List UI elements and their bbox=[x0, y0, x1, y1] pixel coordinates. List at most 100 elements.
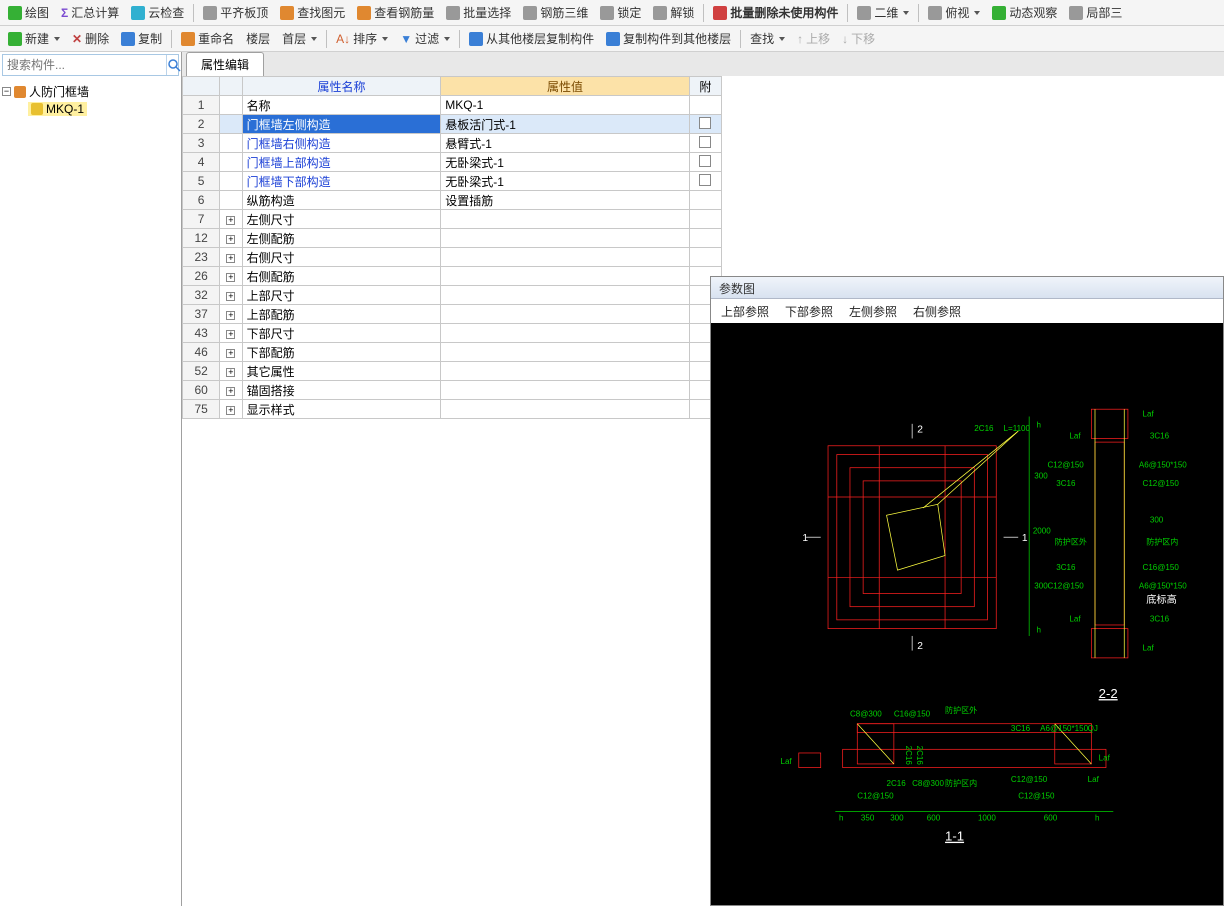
expand-cell[interactable]: + bbox=[220, 210, 242, 229]
find-elem-button[interactable]: 查找图元 bbox=[274, 2, 351, 23]
expand-cell bbox=[220, 191, 242, 210]
property-row[interactable]: 60+锚固搭接 bbox=[183, 381, 722, 400]
property-row[interactable]: 46+下部配筋 bbox=[183, 343, 722, 362]
property-name: 门框墙上部构造 bbox=[242, 153, 441, 172]
property-row[interactable]: 26+右侧配筋 bbox=[183, 267, 722, 286]
property-row[interactable]: 7+左侧尺寸 bbox=[183, 210, 722, 229]
expand-cell[interactable]: + bbox=[220, 362, 242, 381]
level-top-button[interactable]: 平齐板顶 bbox=[197, 2, 274, 23]
rebar-3d-button[interactable]: 钢筋三维 bbox=[517, 2, 594, 23]
batch-sel-button[interactable]: 批量选择 bbox=[440, 2, 517, 23]
expand-cell[interactable]: + bbox=[220, 267, 242, 286]
parameter-drawing[interactable]: 1 1 2 2 2C16 L=1100 h 300 2000 bbox=[711, 323, 1223, 905]
tab-left-ref[interactable]: 左侧参照 bbox=[849, 303, 897, 320]
property-row[interactable]: 2门框墙左侧构造悬板活门式-1 bbox=[183, 115, 722, 134]
unlock-button[interactable]: 解锁 bbox=[647, 2, 700, 23]
new-button[interactable]: 新建 bbox=[2, 28, 66, 49]
property-row[interactable]: 23+右侧尺寸 bbox=[183, 248, 722, 267]
property-value[interactable] bbox=[441, 362, 689, 381]
chevron-down-icon bbox=[382, 37, 388, 41]
floor-select[interactable]: 首层 bbox=[276, 28, 323, 49]
property-row[interactable]: 1名称MKQ-1 bbox=[183, 96, 722, 115]
property-check[interactable] bbox=[689, 153, 721, 172]
property-value[interactable] bbox=[441, 267, 689, 286]
property-row[interactable]: 75+显示样式 bbox=[183, 400, 722, 419]
collapse-icon[interactable]: − bbox=[2, 87, 11, 96]
find-button[interactable]: 查找 bbox=[744, 28, 791, 49]
property-value[interactable] bbox=[441, 381, 689, 400]
property-value[interactable] bbox=[441, 324, 689, 343]
property-value[interactable] bbox=[441, 400, 689, 419]
property-row[interactable]: 32+上部尺寸 bbox=[183, 286, 722, 305]
filter-button[interactable]: ▼过滤 bbox=[394, 28, 456, 49]
property-check[interactable] bbox=[689, 134, 721, 153]
cloud-check-button[interactable]: 云检查 bbox=[125, 2, 190, 23]
topview-button[interactable]: 俯视 bbox=[922, 2, 986, 23]
property-value[interactable] bbox=[441, 229, 689, 248]
property-check[interactable] bbox=[689, 115, 721, 134]
property-check[interactable] bbox=[689, 172, 721, 191]
property-value[interactable] bbox=[441, 343, 689, 362]
local-3d-button[interactable]: 局部三 bbox=[1063, 2, 1128, 23]
property-row[interactable]: 37+上部配筋 bbox=[183, 305, 722, 324]
2d-icon bbox=[857, 6, 871, 20]
delete-button[interactable]: ✕删除 bbox=[66, 28, 115, 49]
property-row[interactable]: 52+其它属性 bbox=[183, 362, 722, 381]
svg-text:A6@150*150: A6@150*150 bbox=[1139, 581, 1187, 590]
expand-cell[interactable]: + bbox=[220, 324, 242, 343]
property-row[interactable]: 12+左侧配筋 bbox=[183, 229, 722, 248]
move-down-button[interactable]: ↓下移 bbox=[836, 28, 881, 49]
property-row[interactable]: 4门框墙上部构造无卧梁式-1 bbox=[183, 153, 722, 172]
copy-button[interactable]: 复制 bbox=[115, 28, 168, 49]
expand-cell[interactable]: + bbox=[220, 400, 242, 419]
property-value[interactable] bbox=[441, 286, 689, 305]
expand-icon: + bbox=[226, 273, 235, 282]
tree-item-mkq1[interactable]: MKQ-1 bbox=[2, 101, 179, 117]
expand-cell[interactable]: + bbox=[220, 381, 242, 400]
batch-del-button[interactable]: 批量删除未使用构件 bbox=[707, 2, 844, 23]
chevron-down-icon bbox=[311, 37, 317, 41]
property-value[interactable]: 悬板活门式-1 bbox=[441, 115, 689, 134]
draw-button[interactable]: 绘图 bbox=[2, 2, 55, 23]
property-value[interactable]: 悬臂式-1 bbox=[441, 134, 689, 153]
property-value[interactable]: MKQ-1 bbox=[441, 96, 689, 115]
tab-right-ref[interactable]: 右侧参照 bbox=[913, 303, 961, 320]
search-button[interactable] bbox=[166, 55, 181, 75]
svg-text:L=1100: L=1100 bbox=[1004, 424, 1031, 433]
view-rebar-button[interactable]: 查看钢筋量 bbox=[351, 2, 440, 23]
move-up-button[interactable]: ↑上移 bbox=[791, 28, 836, 49]
rename-button[interactable]: 重命名 bbox=[175, 28, 240, 49]
property-value[interactable]: 设置插筋 bbox=[441, 191, 689, 210]
parameter-panel: 参数图 上部参照 下部参照 左侧参照 右侧参照 bbox=[710, 276, 1224, 906]
chevron-down-icon bbox=[54, 37, 60, 41]
property-row[interactable]: 3门框墙右侧构造悬臂式-1 bbox=[183, 134, 722, 153]
tree-root[interactable]: − 人防门框墙 bbox=[2, 82, 179, 101]
pencil-icon bbox=[8, 6, 22, 20]
sum-button[interactable]: Σ汇总计算 bbox=[55, 2, 125, 23]
lock-button[interactable]: 锁定 bbox=[594, 2, 647, 23]
expand-cell[interactable]: + bbox=[220, 305, 242, 324]
property-value[interactable] bbox=[441, 248, 689, 267]
expand-cell[interactable]: + bbox=[220, 343, 242, 362]
copy-to-floor-button[interactable]: 复制构件到其他楼层 bbox=[600, 28, 737, 49]
orbit-button[interactable]: 动态观察 bbox=[986, 2, 1063, 23]
expand-cell[interactable]: + bbox=[220, 229, 242, 248]
property-value[interactable]: 无卧梁式-1 bbox=[441, 172, 689, 191]
property-row[interactable]: 5门框墙下部构造无卧梁式-1 bbox=[183, 172, 722, 191]
property-row[interactable]: 43+下部尺寸 bbox=[183, 324, 722, 343]
tab-property-edit[interactable]: 属性编辑 bbox=[186, 52, 264, 76]
property-row[interactable]: 6纵筋构造设置插筋 bbox=[183, 191, 722, 210]
2d-button[interactable]: 二维 bbox=[851, 2, 915, 23]
tab-bottom-ref[interactable]: 下部参照 bbox=[785, 303, 833, 320]
property-value[interactable] bbox=[441, 210, 689, 229]
property-value[interactable]: 无卧梁式-1 bbox=[441, 153, 689, 172]
svg-text:A6@150*150: A6@150*150 bbox=[1040, 724, 1088, 733]
search-input[interactable] bbox=[3, 58, 166, 72]
sort-button[interactable]: A↓排序 bbox=[330, 28, 394, 49]
tab-top-ref[interactable]: 上部参照 bbox=[721, 303, 769, 320]
copy-from-floor-button[interactable]: 从其他楼层复制构件 bbox=[463, 28, 600, 49]
property-name: 名称 bbox=[242, 96, 441, 115]
expand-cell[interactable]: + bbox=[220, 248, 242, 267]
property-value[interactable] bbox=[441, 305, 689, 324]
expand-cell[interactable]: + bbox=[220, 286, 242, 305]
